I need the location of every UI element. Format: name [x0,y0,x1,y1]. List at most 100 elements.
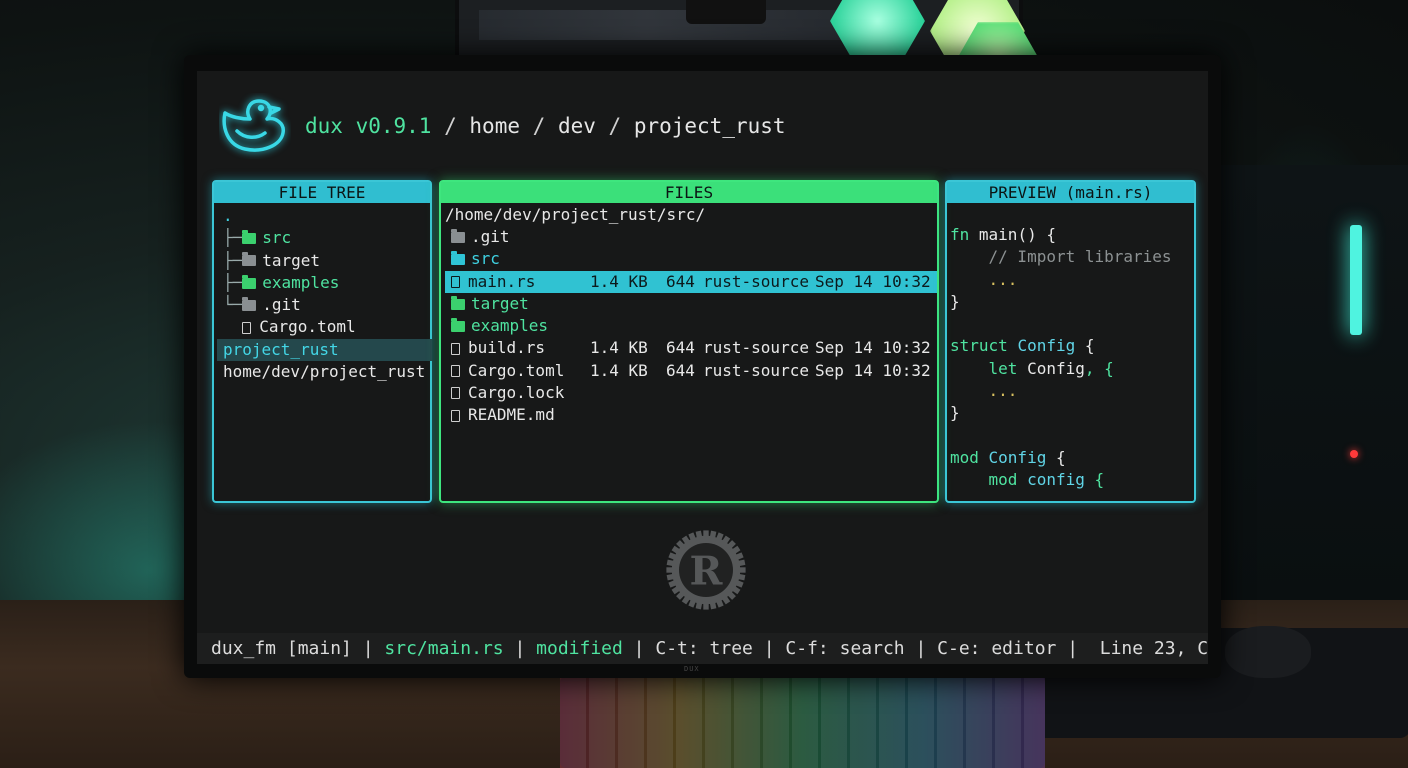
file-name: build.rs [468,338,546,358]
svg-text:R: R [690,548,724,594]
folder-icon [242,229,257,244]
code-line: ... [950,380,1194,402]
hint-editor: C-e: editor [937,638,1057,659]
code-line: fn main() { [950,224,1194,246]
file-size: 1.4 KB [590,338,648,358]
file-row[interactable]: Cargo.toml 1.4 KB 644 rust-source Sep 14 10:… [451,360,937,382]
preview-panel: PREVIEW (main.rs) fn main() { // Import … [945,180,1196,503]
tree-item-label: src [262,228,292,248]
breadcrumb: dux v0.9.1 / home / dev / project_rust [305,114,786,138]
file-row[interactable]: Cargo.lock [451,382,937,404]
file-name: README.md [468,405,555,425]
code-token: Config [988,447,1047,467]
code-token: Config [1027,358,1085,378]
file-name: Cargo.toml [468,360,565,380]
folder-icon [451,228,465,243]
tree-branch: ├─ [223,250,243,270]
code-token: fn [950,225,979,244]
file-size: 1.4 KB [590,271,648,291]
file-size: 1.4 KB [590,360,648,380]
code-token: , { [1084,358,1114,378]
file-name: target [471,293,529,313]
tree-branch: ├─ [223,228,243,248]
code-token: } [950,403,960,423]
file-name: .git [471,227,510,246]
status-session: dux_fm [main] [211,638,352,659]
file-date: Sep 14 10:32 [815,338,931,358]
code-token: { [1084,470,1105,490]
file-name: examples [471,316,549,336]
file-row[interactable]: target [451,293,937,315]
files-panel: FILES /home/dev/project_rust/src/ .git sr… [439,180,939,503]
file-row[interactable]: README.md [451,404,937,426]
code-line: struct Config { [950,335,1194,357]
file-icon [451,364,460,377]
status-bar: dux_fm [main] | src/main.rs | modified |… [197,633,1208,664]
file-perm: 644 [666,338,695,358]
file-row[interactable]: .git [451,226,937,248]
tree-branch: ├─ [223,272,243,292]
code-line: // Import libraries [950,246,1194,268]
file-row[interactable]: main.rs 1.4 KB 644 rust-source Sep 14 10:32 [445,270,937,293]
tree-item[interactable]: ├─ src [223,227,430,249]
file-icon [451,409,460,422]
code-token: mod [950,470,1028,490]
tree-item[interactable]: Cargo.toml [223,316,430,338]
file-date: Sep 14 10:32 [815,360,931,380]
duck-icon [222,99,285,152]
code-line: } [950,291,1194,313]
code-token: ... [950,381,1018,401]
panel-title: PREVIEW (main.rs) [947,182,1194,203]
code-token: config [1027,470,1085,490]
folder-icon [451,250,465,265]
file-icon [242,321,252,334]
code-token: { [1046,447,1066,467]
code-token: main() { [978,225,1056,244]
pc-case [1220,165,1408,605]
tree-root[interactable]: . [223,205,430,227]
code-preview: fn main() { // Import libraries ...} stru… [947,203,1194,492]
pc-power-led [1350,450,1358,458]
pc-light-bar [1350,225,1362,335]
tree-location: home/dev/project_rust [223,362,426,382]
code-line: mod config { [950,469,1194,491]
code-token: // Import libraries [950,247,1172,267]
file-perm: 644 [666,360,695,380]
file-row[interactable]: src [451,248,937,270]
tree-branch [223,316,242,338]
code-line: } [950,402,1194,424]
folder-icon [451,317,465,332]
file-type: rust-source [703,338,809,358]
file-row[interactable]: build.rs 1.4 KB 644 rust-source Sep 14 10:32 [451,337,937,359]
file-tree-panel: FILE TREE . ├─ src ├─ target ├─ examples └─ .gi… [212,180,432,503]
code-line: let Config, { [950,358,1194,380]
file-row[interactable]: examples [451,315,937,337]
file-icon [451,387,460,400]
folder-icon [451,295,465,310]
tree-item[interactable]: └─ .git [223,294,430,316]
status-file[interactable]: src/main.rs [384,638,503,659]
code-token: { [1075,336,1095,356]
tree-selected-item[interactable]: project_rust [217,338,432,362]
tree-item[interactable]: ├─ target [223,250,430,272]
code-token: mod [950,447,989,467]
app-version: v0.9.1 [355,114,432,138]
folder-icon [242,296,257,311]
code-line: ... [950,269,1194,291]
code-token: struct [950,336,1018,356]
breadcrumb-item[interactable]: dev [558,114,596,138]
tree-list: . ├─ src ├─ target ├─ examples └─ .git Cargo.to… [214,203,432,383]
app-name: dux [305,114,343,138]
webcam [686,0,766,24]
tree-item-label: .git [262,295,301,315]
breadcrumb-item[interactable]: project_rust [634,114,786,138]
tree-item[interactable]: ├─ examples [223,272,430,294]
hint-search: C-f: search [785,638,905,659]
code-token: } [950,291,960,311]
tree-branch: └─ [223,295,243,315]
code-token: Config [1017,336,1076,356]
file-icon [451,275,460,288]
code-line: mod Config { [950,447,1194,469]
breadcrumb-item[interactable]: home [469,114,520,138]
